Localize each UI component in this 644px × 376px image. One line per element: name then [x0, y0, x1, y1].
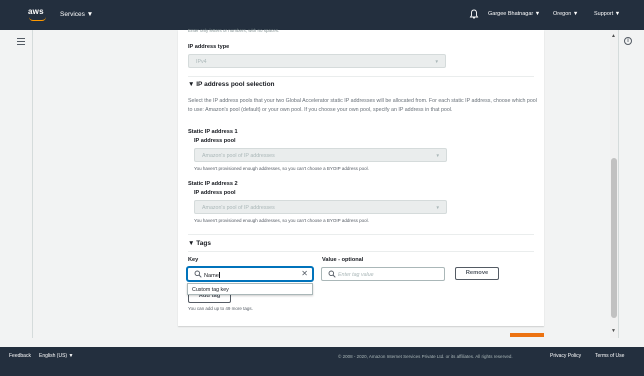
- tag-value-placeholder: Enter tag value: [338, 271, 374, 278]
- search-icon: [194, 270, 202, 278]
- caret-down-icon: ▼: [434, 58, 439, 64]
- static-ip-1-label: Static IP address 1: [188, 129, 238, 135]
- right-help-panel: [618, 30, 644, 338]
- static-ip-1-hint: You haven't provisioned enough addresses…: [194, 166, 369, 171]
- section-divider: [188, 234, 534, 235]
- feedback-link[interactable]: Feedback: [9, 353, 31, 359]
- static-ip-1-pool-value: Amazon's pool of IP addresses: [202, 152, 275, 159]
- static-ip-2-pool-select[interactable]: Amazon's pool of IP addresses ▼: [194, 200, 447, 214]
- footer: Feedback English (US) ▼ © 2008 - 2020, A…: [0, 347, 644, 376]
- tag-key-input[interactable]: Name ✕: [187, 267, 313, 281]
- ip-type-label: IP address type: [188, 44, 230, 50]
- caret-down-icon: ▼: [435, 152, 440, 158]
- cut-off-hint: Enter only letters or numbers, with no s…: [188, 28, 280, 33]
- static-ip-1-pool-select[interactable]: Amazon's pool of IP addresses ▼: [194, 148, 447, 162]
- tag-value-label: Value - optional: [322, 257, 364, 263]
- copyright-text: © 2008 - 2020, Amazon Internet Services …: [338, 353, 513, 359]
- scrollbar-thumb[interactable]: [611, 158, 617, 318]
- services-menu[interactable]: Services ▼: [60, 11, 93, 18]
- static-ip-2-pool-label: IP address pool: [194, 190, 236, 196]
- clear-icon[interactable]: ✕: [301, 269, 308, 278]
- hamburger-icon[interactable]: [17, 38, 25, 45]
- caret-down-icon: ▼: [435, 204, 440, 210]
- ip-type-value: IPv4: [196, 58, 207, 65]
- primary-action-button-edge[interactable]: [510, 333, 544, 337]
- privacy-policy-link[interactable]: Privacy Policy: [550, 353, 581, 359]
- static-ip-2-hint: You haven't provisioned enough addresses…: [194, 218, 369, 223]
- tag-value-input[interactable]: Enter tag value: [321, 267, 445, 281]
- scroll-up-arrow-icon[interactable]: ▲: [611, 33, 616, 39]
- static-ip-2-label: Static IP address 2: [188, 181, 238, 187]
- scroll-down-arrow-icon[interactable]: ▼: [611, 328, 616, 334]
- form-panel: [178, 30, 544, 326]
- tag-key-label: Key: [188, 257, 199, 263]
- info-icon[interactable]: i: [624, 37, 632, 45]
- tags-hint: You can add up to 49 more tags.: [188, 306, 253, 311]
- aws-logo-smile: [29, 17, 46, 21]
- tag-key-value: Name: [204, 271, 221, 279]
- ip-type-select[interactable]: IPv4 ▼: [188, 54, 446, 68]
- custom-tag-key-option[interactable]: Custom tag key: [192, 287, 229, 293]
- remove-tag-button[interactable]: Remove: [455, 267, 499, 280]
- tags-section-title[interactable]: ▼ Tags: [188, 240, 211, 247]
- bell-icon[interactable]: [469, 9, 479, 20]
- aws-logo[interactable]: aws: [28, 7, 48, 23]
- region-menu[interactable]: Oregon ▼: [553, 11, 578, 17]
- user-menu[interactable]: Gargee Bhatnagar ▼: [488, 11, 540, 17]
- left-sidebar: [0, 30, 33, 338]
- tag-key-suggestions: Custom tag key: [187, 283, 313, 295]
- section-divider: [188, 76, 534, 77]
- search-icon: [328, 270, 336, 278]
- language-selector[interactable]: English (US) ▼: [39, 353, 73, 359]
- section-divider: [188, 251, 534, 252]
- aws-logo-text: aws: [28, 7, 44, 16]
- static-ip-2-pool-value: Amazon's pool of IP addresses: [202, 204, 275, 211]
- terms-of-use-link[interactable]: Terms of Use: [595, 353, 624, 359]
- pool-section-title[interactable]: ▼ IP address pool selection: [188, 81, 275, 88]
- pool-section-title-text: IP address pool selection: [196, 81, 275, 88]
- tags-section-title-text: Tags: [196, 240, 211, 247]
- support-menu[interactable]: Support ▼: [594, 11, 620, 17]
- pool-description: Select the IP address pools that your tw…: [188, 98, 537, 113]
- top-navigation: aws Services ▼ Gargee Bhatnagar ▼ Oregon…: [0, 0, 644, 30]
- static-ip-1-pool-label: IP address pool: [194, 138, 236, 144]
